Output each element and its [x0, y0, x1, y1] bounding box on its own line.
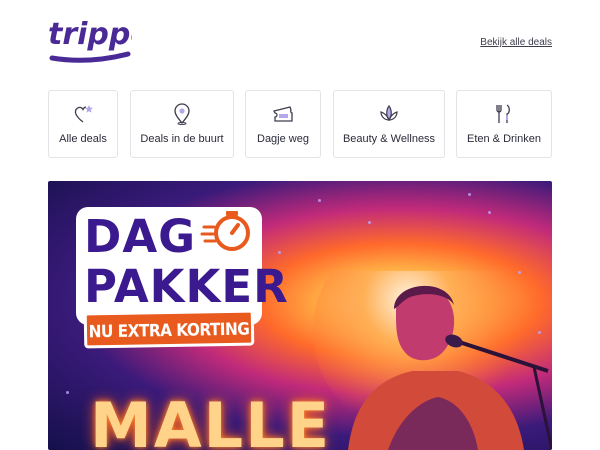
category-beauty-wellness[interactable]: Beauty & Wellness — [333, 90, 445, 158]
ticket-icon — [273, 106, 293, 122]
category-label: Alle deals — [59, 133, 107, 145]
category-nav: Alle deals Deals in de buurt Dagje weg B… — [48, 90, 552, 158]
ribbon-text: NU EXTRA KORTING — [88, 319, 250, 343]
badge-line2: PAKKER — [84, 260, 289, 313]
dagpakker-badge: DAG PAKKER — [76, 207, 288, 325]
category-label: Dagje weg — [257, 133, 309, 145]
header: tripper Bekijk alle deals — [48, 14, 552, 70]
logo-text: tripper — [48, 17, 132, 52]
category-alle-deals[interactable]: Alle deals — [48, 90, 118, 158]
lotus-icon — [380, 104, 398, 122]
category-eten-drinken[interactable]: Eten & Drinken — [456, 90, 552, 158]
category-label: Deals in de buurt — [140, 133, 224, 145]
hero-banner[interactable]: DAG PAKKER NU EXTRA KORTING MALLE — [48, 181, 552, 450]
fork-knife-icon — [496, 104, 510, 123]
all-deals-link[interactable]: Bekijk alle deals — [480, 37, 552, 48]
category-deals-in-de-buurt[interactable]: Deals in de buurt — [130, 90, 234, 158]
category-label: Beauty & Wellness — [342, 133, 436, 145]
extra-korting-ribbon: NU EXTRA KORTING — [83, 309, 255, 349]
category-label: Eten & Drinken — [467, 133, 541, 145]
badge-line1: DAG — [84, 210, 197, 263]
stopwatch-icon — [200, 207, 254, 255]
performer-image — [313, 271, 552, 450]
category-dagje-weg[interactable]: Dagje weg — [245, 90, 321, 158]
hero-headline: MALLE — [90, 389, 332, 450]
location-pin-icon — [174, 103, 190, 125]
tripper-logo[interactable]: tripper — [48, 14, 132, 66]
heart-star-icon — [74, 105, 93, 123]
